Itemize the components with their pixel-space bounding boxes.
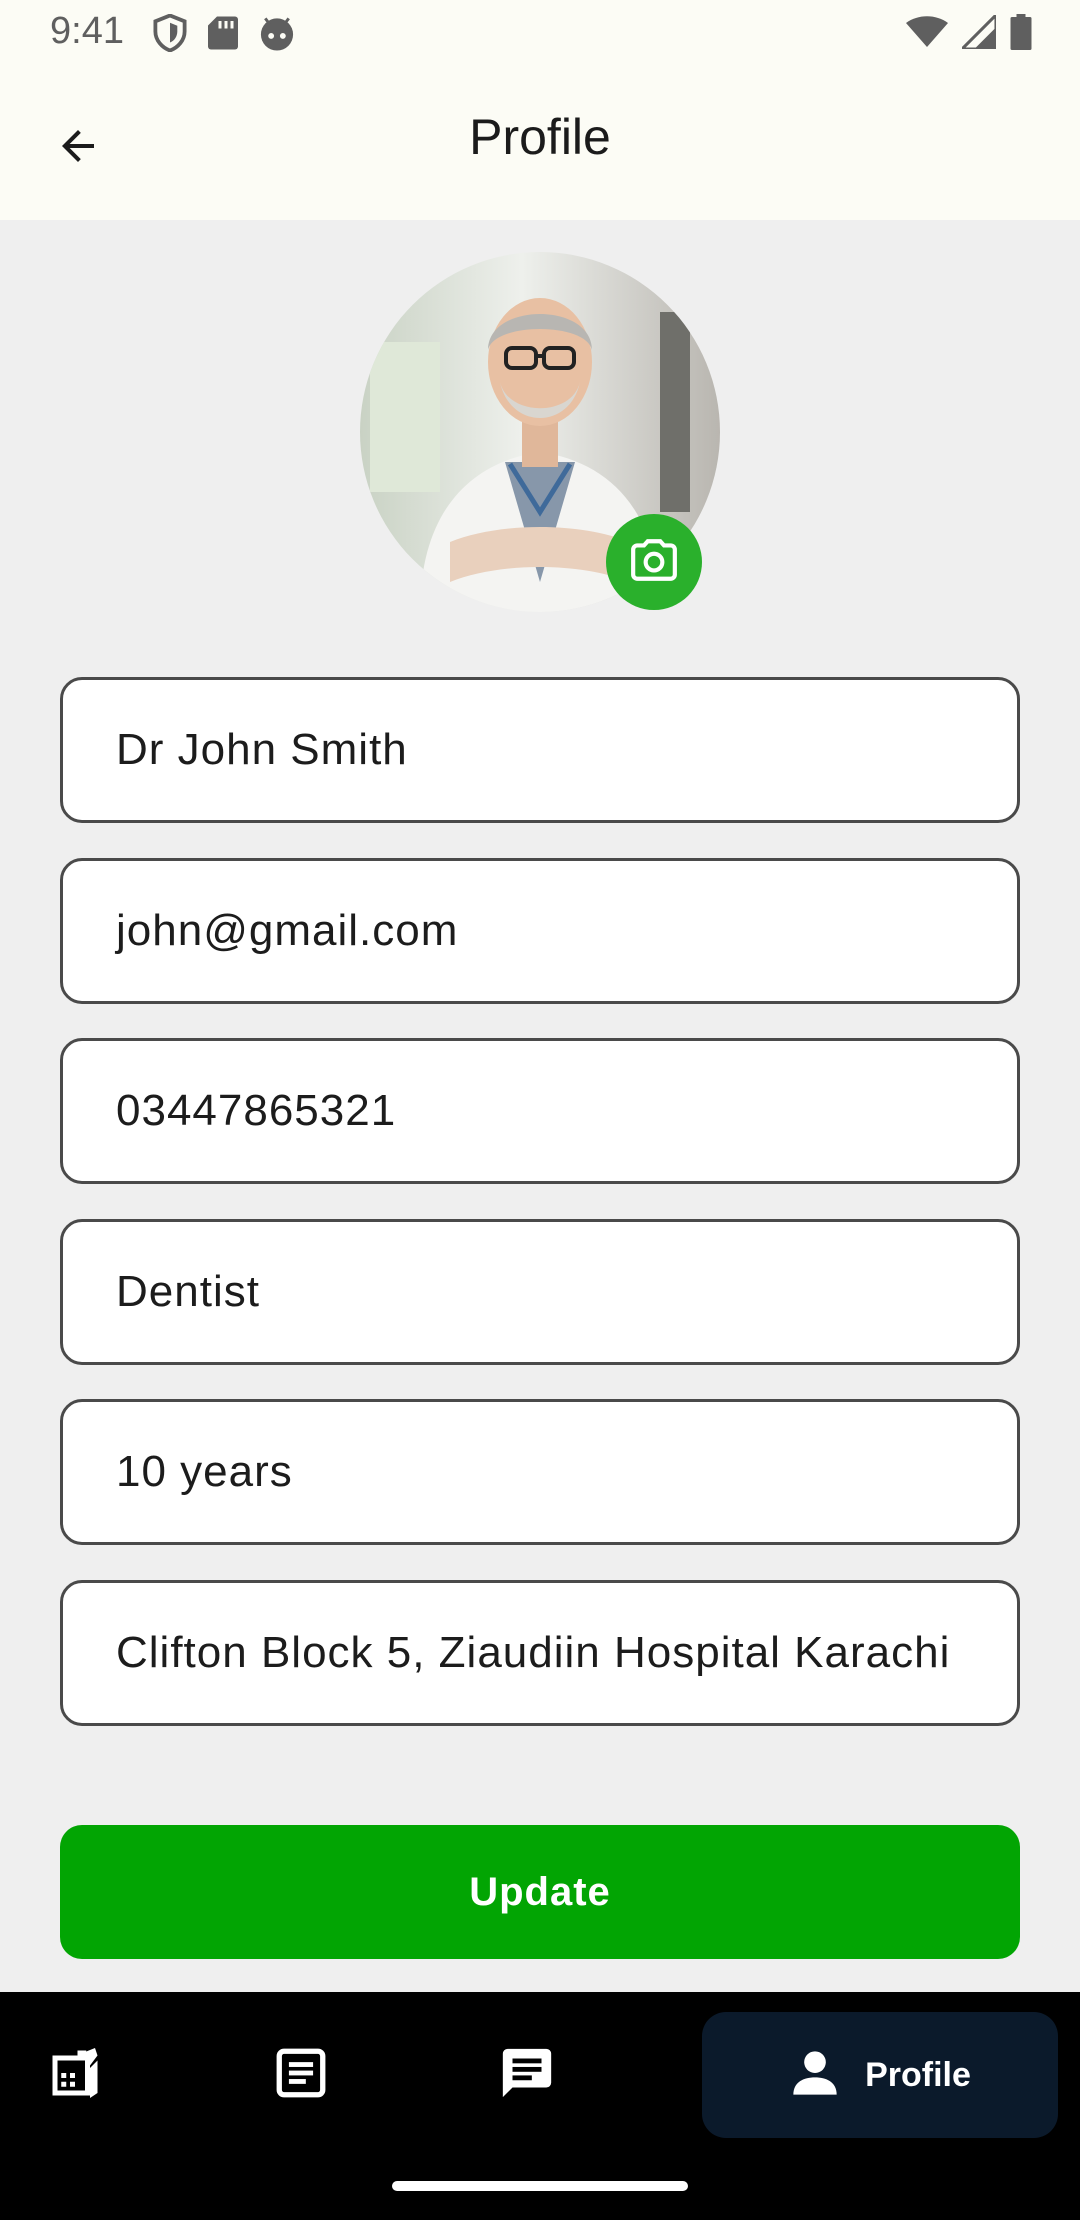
experience-field[interactable]: 10 years bbox=[60, 1399, 1020, 1545]
change-photo-button[interactable] bbox=[606, 514, 702, 610]
nav-label-profile: Profile bbox=[865, 2055, 971, 2094]
phone-field[interactable]: 03447865321 bbox=[60, 1038, 1020, 1184]
home-indicator[interactable] bbox=[392, 2181, 688, 2191]
cellular-signal-icon bbox=[962, 15, 996, 49]
page-title: Profile bbox=[469, 109, 611, 165]
sd-card-icon bbox=[208, 15, 238, 51]
article-icon bbox=[272, 2044, 330, 2107]
status-icons-right bbox=[906, 14, 1032, 50]
top-app-bar: 9:41 Profile bbox=[0, 0, 1080, 220]
battery-icon bbox=[1010, 14, 1032, 50]
status-icons-left bbox=[152, 14, 296, 52]
email-field[interactable]: john@gmail.com bbox=[60, 858, 1020, 1004]
person-icon bbox=[789, 2047, 841, 2104]
chat-icon bbox=[498, 2044, 556, 2107]
specialty-field[interactable]: Dentist bbox=[60, 1219, 1020, 1365]
nav-item-messages[interactable] bbox=[472, 2012, 582, 2138]
android-face-icon bbox=[258, 15, 296, 51]
camera-icon bbox=[629, 535, 679, 590]
nav-item-records[interactable] bbox=[246, 2012, 356, 2138]
status-time: 9:41 bbox=[50, 10, 124, 52]
name-field[interactable]: Dr John Smith bbox=[60, 677, 1020, 823]
profile-avatar-section bbox=[360, 252, 720, 612]
calendar-edit-icon bbox=[45, 2043, 105, 2108]
update-button[interactable]: Update bbox=[60, 1825, 1020, 1959]
nav-item-appointments[interactable] bbox=[20, 2012, 130, 2138]
nav-item-profile[interactable]: Profile bbox=[702, 2012, 1058, 2138]
profile-screen: 9:41 Profile Dr John Smith john@gmail.co… bbox=[0, 0, 1080, 2220]
shield-icon bbox=[152, 14, 188, 52]
wifi-icon bbox=[906, 15, 948, 49]
address-field[interactable]: Clifton Block 5, Ziaudiin Hospital Karac… bbox=[60, 1580, 1020, 1726]
